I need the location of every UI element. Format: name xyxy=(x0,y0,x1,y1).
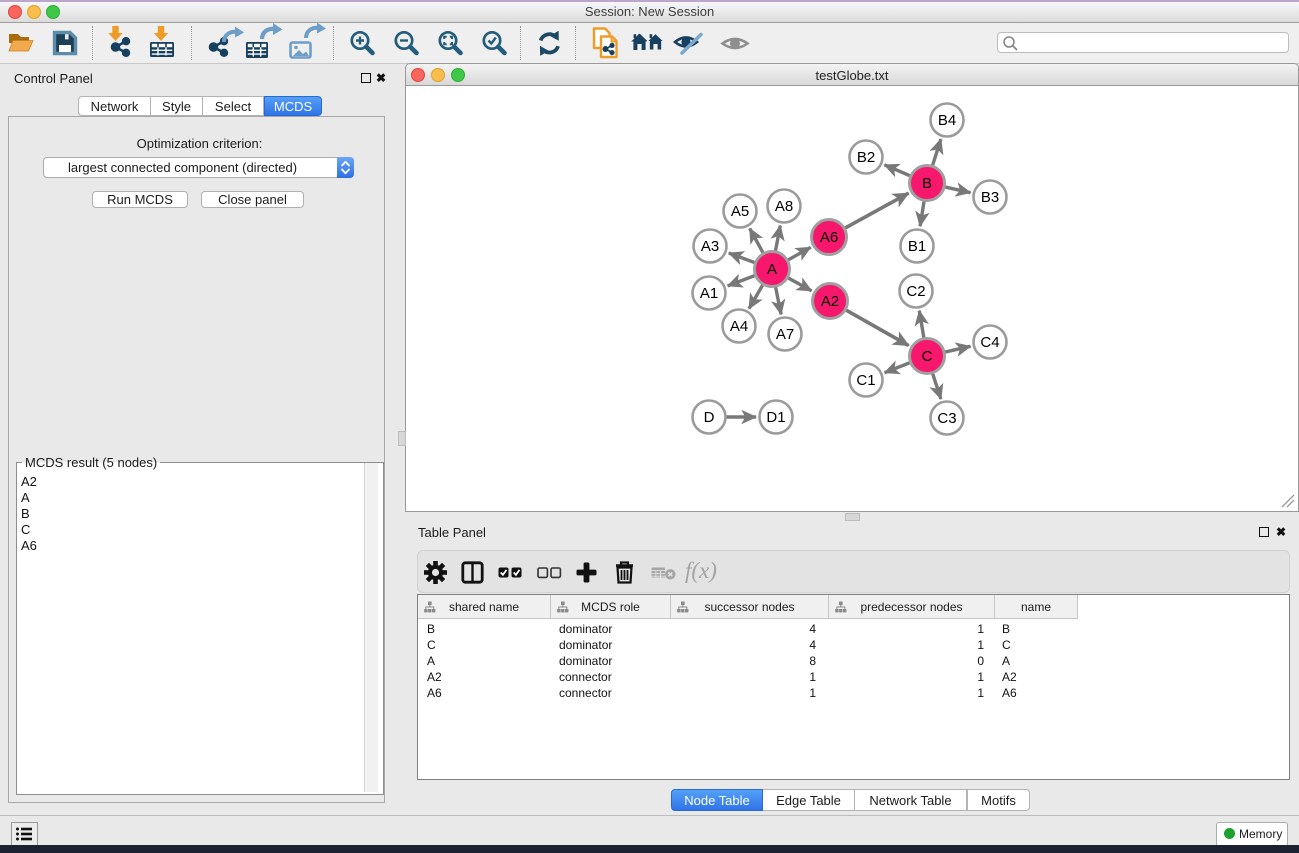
svg-text:A8: A8 xyxy=(775,198,793,215)
svg-text:A: A xyxy=(767,261,777,278)
svg-text:B3: B3 xyxy=(981,189,999,206)
svg-text:C3: C3 xyxy=(937,410,956,427)
svg-text:B4: B4 xyxy=(938,112,956,129)
svg-text:A3: A3 xyxy=(701,238,719,255)
svg-text:B: B xyxy=(922,175,932,192)
svg-text:A7: A7 xyxy=(776,326,794,343)
svg-text:D1: D1 xyxy=(766,409,785,426)
svg-text:A1: A1 xyxy=(700,285,718,302)
svg-text:A6: A6 xyxy=(820,229,838,246)
svg-text:A2: A2 xyxy=(821,293,839,310)
svg-text:B1: B1 xyxy=(908,238,926,255)
svg-text:B2: B2 xyxy=(857,149,875,166)
svg-text:C: C xyxy=(922,348,933,365)
svg-text:C4: C4 xyxy=(980,334,999,351)
svg-text:A4: A4 xyxy=(730,318,748,335)
svg-text:C1: C1 xyxy=(856,372,875,389)
svg-text:D: D xyxy=(704,409,715,426)
svg-text:C2: C2 xyxy=(906,283,925,300)
svg-text:A5: A5 xyxy=(731,203,749,220)
